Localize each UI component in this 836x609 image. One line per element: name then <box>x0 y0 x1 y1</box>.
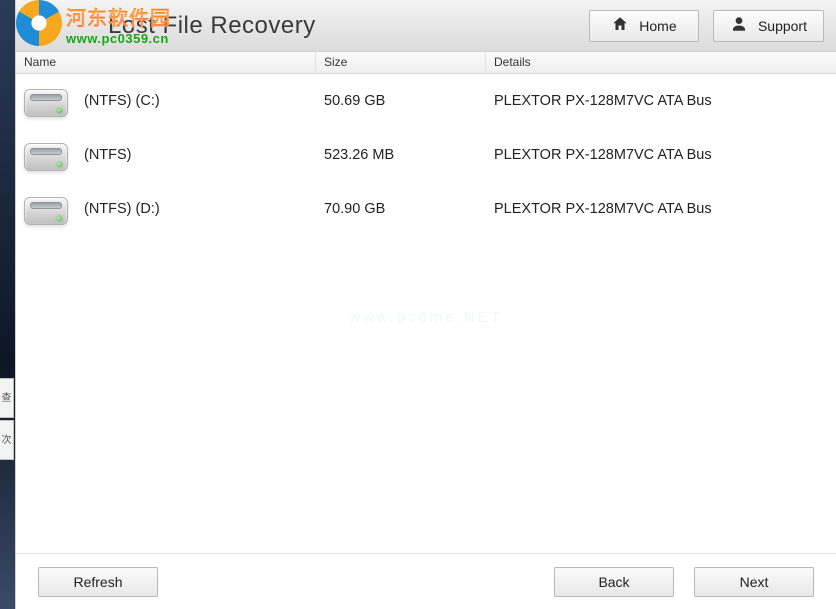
column-headers: Name Size Details <box>16 52 836 74</box>
refresh-button[interactable]: Refresh <box>38 567 158 597</box>
col-size[interactable]: Size <box>316 52 486 73</box>
support-button[interactable]: Support <box>713 10 824 42</box>
col-details[interactable]: Details <box>486 52 836 73</box>
drive-details: PLEXTOR PX-128M7VC ATA Bus <box>486 93 836 109</box>
drive-size: 50.69 GB <box>316 93 486 109</box>
drive-row[interactable]: (NTFS) 523.26 MB PLEXTOR PX-128M7VC ATA … <box>16 128 836 182</box>
drive-icon <box>22 83 70 119</box>
support-button-label: Support <box>758 18 807 34</box>
home-icon <box>611 15 629 36</box>
app-window: 河东软件园 www.pc0359.cn Lost File Recovery H… <box>15 0 836 609</box>
col-name[interactable]: Name <box>16 52 316 73</box>
drive-name: (NTFS) (D:) <box>84 201 160 217</box>
bg-tab-2: 次 <box>0 420 14 460</box>
bg-tab-1: 查 <box>0 378 14 418</box>
back-button[interactable]: Back <box>554 567 674 597</box>
drive-details: PLEXTOR PX-128M7VC ATA Bus <box>486 147 836 163</box>
drive-size: 70.90 GB <box>316 201 486 217</box>
drive-name: (NTFS) (C:) <box>84 93 160 109</box>
drive-row[interactable]: (NTFS) (D:) 70.90 GB PLEXTOR PX-128M7VC … <box>16 182 836 236</box>
faint-watermark: www.pc6me.NET <box>349 309 503 326</box>
drive-row[interactable]: (NTFS) (C:) 50.69 GB PLEXTOR PX-128M7VC … <box>16 74 836 128</box>
desktop-left-strip: 查 次 <box>0 0 15 609</box>
drive-name: (NTFS) <box>84 147 132 163</box>
drive-icon <box>22 137 70 173</box>
page-title: Lost File Recovery <box>108 12 316 40</box>
home-button[interactable]: Home <box>589 10 699 42</box>
drive-size: 523.26 MB <box>316 147 486 163</box>
drive-list: (NTFS) (C:) 50.69 GB PLEXTOR PX-128M7VC … <box>16 74 836 553</box>
home-button-label: Home <box>639 18 676 34</box>
header-bar: Lost File Recovery Home Support <box>16 0 836 52</box>
user-icon <box>730 15 748 36</box>
drive-details: PLEXTOR PX-128M7VC ATA Bus <box>486 201 836 217</box>
footer-bar: Refresh Back Next <box>16 553 836 609</box>
next-button[interactable]: Next <box>694 567 814 597</box>
app-shell: 查 次 河东软件园 www.pc0359.cn Lost File Recove… <box>0 0 836 609</box>
drive-icon <box>22 191 70 227</box>
